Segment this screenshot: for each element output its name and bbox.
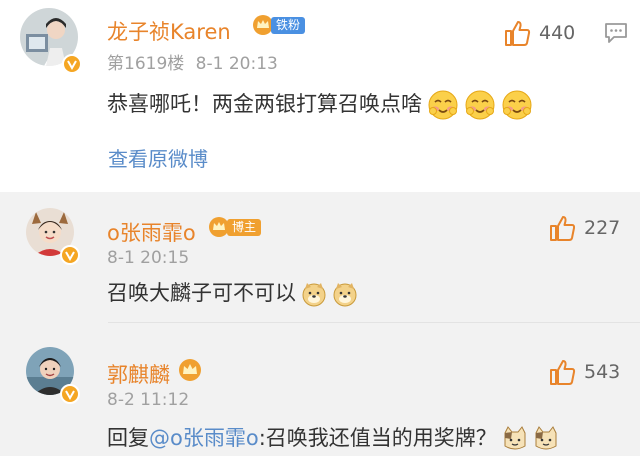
comment-date: 8-1 20:13 xyxy=(195,54,278,74)
like-button[interactable]: 440 xyxy=(503,19,575,47)
reply-text: 召唤大麟子可不可以 xyxy=(107,277,358,307)
username[interactable]: 郭麒麟 xyxy=(107,359,170,389)
thumbs-up-icon xyxy=(505,21,531,46)
like-button[interactable]: 543 xyxy=(548,358,620,386)
verified-badge-icon xyxy=(60,384,80,404)
comment-date: 8-1 20:15 xyxy=(107,248,190,268)
fan-badge-label: 铁粉 xyxy=(271,16,306,34)
username[interactable]: 龙子祯Karen xyxy=(107,16,231,46)
fan-badge[interactable]: 铁粉 xyxy=(252,14,306,36)
blush-face-emoji xyxy=(502,90,532,120)
like-button[interactable]: 227 xyxy=(548,214,620,242)
like-count: 227 xyxy=(584,217,621,239)
reply-divider xyxy=(108,322,640,323)
thumbs-up-icon xyxy=(550,360,576,385)
blogger-badge-label: 博主 xyxy=(227,218,262,236)
blush-face-emoji xyxy=(428,90,458,120)
username[interactable]: o张雨霏o xyxy=(107,217,196,247)
verified-badge-icon xyxy=(62,54,82,74)
cat-emoji xyxy=(535,426,557,450)
crown-icon xyxy=(179,359,201,381)
floor-number: 第1619楼 xyxy=(107,54,185,74)
comment-more-icon[interactable] xyxy=(604,22,628,48)
reply-text-content: :召唤我还值当的用奖牌？ xyxy=(258,426,497,450)
blush-face-emoji xyxy=(465,90,495,120)
vip-crown-badge[interactable] xyxy=(178,358,202,382)
reply-text-content: 召唤大麟子可不可以 xyxy=(107,281,296,305)
reply-prefix: 回复 xyxy=(107,426,149,450)
thumbs-up-icon xyxy=(550,216,576,241)
doge-emoji xyxy=(333,283,357,307)
doge-emoji xyxy=(302,283,326,307)
like-count: 440 xyxy=(539,22,576,44)
verified-badge-icon xyxy=(60,245,80,265)
comment-meta: 第1619楼 8-1 20:13 xyxy=(107,49,278,74)
mention-link[interactable]: @o张雨霏o xyxy=(149,426,259,450)
comment-date: 8-2 11:12 xyxy=(107,390,190,410)
main-comment: 龙子祯Karen 铁粉 第1619楼 8-1 20:13 440 恭喜哪吒！两金… xyxy=(0,0,640,192)
view-original-link[interactable]: 查看原微博 xyxy=(108,143,208,172)
cat-emoji xyxy=(504,426,526,450)
blogger-badge[interactable]: 博主 xyxy=(208,216,262,238)
reply-text: 回复@o张雨霏o:召唤我还值当的用奖牌？ xyxy=(107,422,559,452)
reply-list: o张雨霏o 博主 8-1 20:15 227 召唤大麟子可不可以 郭麒麟 8-2… xyxy=(0,192,640,456)
comment-text-content: 恭喜哪吒！两金两银打算召唤点啥 xyxy=(107,92,422,116)
comment-text: 恭喜哪吒！两金两银打算召唤点啥 xyxy=(107,88,533,121)
like-count: 543 xyxy=(584,361,621,383)
